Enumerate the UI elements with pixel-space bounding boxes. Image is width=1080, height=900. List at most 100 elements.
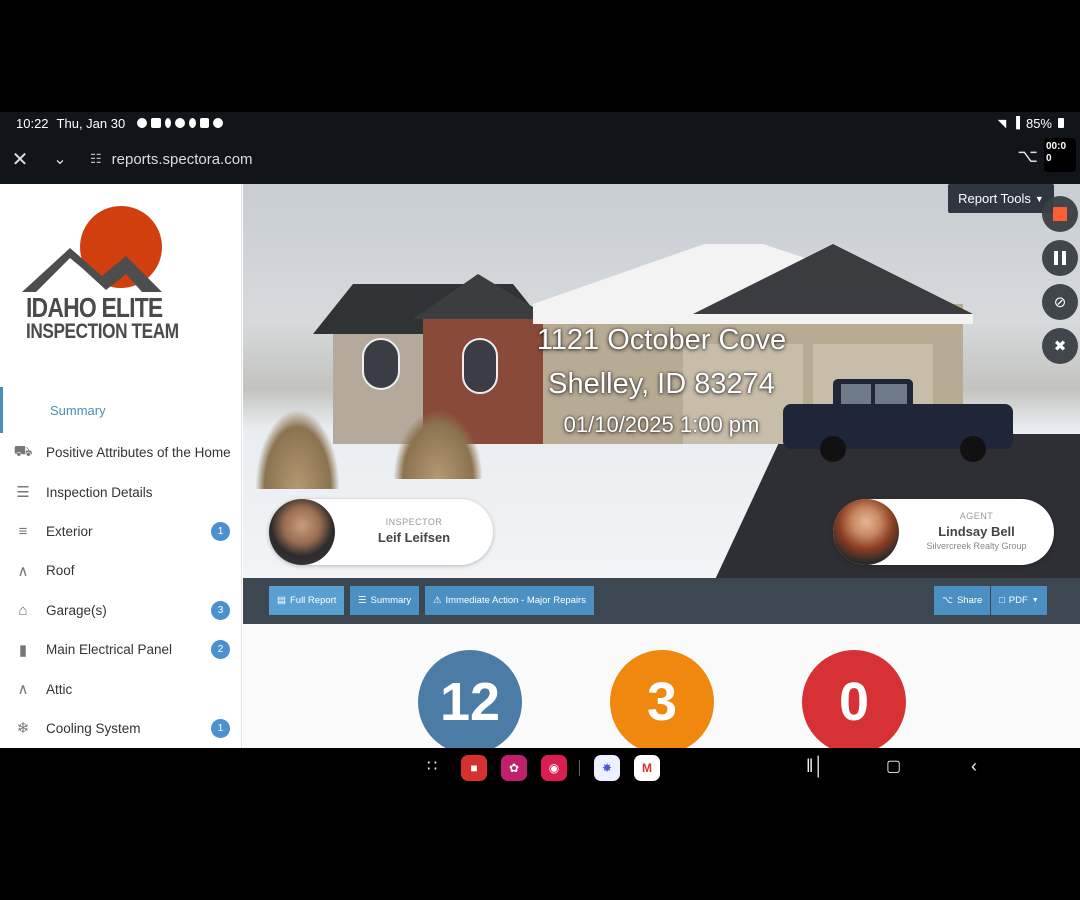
issue-count-badge: 3 — [211, 600, 230, 620]
share-label: Share — [956, 595, 983, 606]
caret-down-icon: ▼ — [1034, 193, 1044, 204]
sidebar-item-label: Positive Attributes of the Home — [46, 445, 231, 461]
battery-level: 85% — [1025, 115, 1052, 131]
figure-icon — [189, 118, 197, 128]
cloud-icon — [175, 118, 186, 128]
electrical-panel-icon: ▮ — [18, 641, 28, 659]
camera-off-icon: ⊘ — [1053, 294, 1067, 311]
caret-down-icon: ▼ — [1031, 597, 1039, 604]
delete-recording-button[interactable]: ✖ — [1042, 328, 1078, 364]
inspector-card[interactable]: INSPECTOR Leif Leifsen — [269, 499, 493, 565]
issue-count-badge: 2 — [211, 640, 230, 660]
sidebar-item-positive-attributes[interactable]: ⛟ Positive Attributes of the Home — [0, 433, 241, 472]
pdf-label: PDF — [1008, 595, 1028, 606]
back-icon[interactable]: ‹ — [971, 756, 977, 777]
sidebar-item-label: Roof — [46, 563, 75, 579]
immediate-action-button[interactable]: ⚠ Immediate Action - Major Repairs — [425, 586, 594, 615]
company-logo: IDAHO ELITE INSPECTION TEAM — [22, 206, 179, 346]
sidebar-item-label: Garage(s) — [46, 602, 107, 618]
site-settings-icon[interactable]: ☷ — [90, 151, 102, 167]
inspector-avatar — [269, 499, 335, 565]
summary-button[interactable]: ☰ Summary — [350, 586, 420, 615]
camera-off-button[interactable]: ⊘ — [1042, 284, 1078, 320]
sidebar-item-label: Cooling System — [46, 720, 141, 736]
total-items-count[interactable]: 12 — [418, 650, 522, 748]
sidebar-item-label: Exterior — [46, 523, 93, 539]
address-bar[interactable]: ☷ reports.spectora.com — [90, 151, 253, 168]
agent-company: Silvercreek Realty Group — [926, 541, 1027, 551]
fence-icon: ≡ — [18, 522, 28, 540]
summary-label: Summary — [370, 595, 412, 606]
wifi-icon: ◥ — [997, 117, 1007, 130]
app-drawer-icon[interactable]: ∷ — [427, 756, 437, 776]
agent-role: AGENT — [959, 511, 994, 521]
property-address-line-1: 1121 October Cove — [536, 324, 787, 356]
sidebar: IDAHO ELITE INSPECTION TEAM Summary ⛟ Po… — [0, 184, 242, 748]
garage-icon: ⌂ — [18, 601, 28, 619]
screen-recorder-app-icon[interactable]: ◉ — [541, 755, 567, 781]
share-icon[interactable]: ⌥ — [1017, 146, 1038, 167]
gmail-app-icon[interactable]: M — [634, 755, 660, 781]
dock-divider — [579, 760, 580, 776]
sidebar-item-exterior[interactable]: ≡ Exterior 1 — [0, 512, 241, 551]
trash-icon: ✖ — [1053, 338, 1067, 355]
sidebar-item-main-electrical-panel[interactable]: ▮ Main Electrical Panel 2 — [0, 630, 241, 669]
pdf-icon: □ — [999, 595, 1005, 606]
logo-mountains — [22, 248, 162, 292]
immediate-action-label: Immediate Action - Major Repairs — [445, 595, 586, 606]
google-icon — [213, 118, 224, 128]
chevron-down-icon[interactable]: ⌄ — [40, 134, 80, 184]
report-tools-dropdown[interactable]: Report Tools ▼ — [948, 184, 1054, 213]
share-button[interactable]: ⌥ Share — [934, 586, 991, 615]
hero-image: 1121 October Cove Shelley, ID 83274 01/1… — [243, 184, 1080, 578]
list-icon: ☰ — [358, 595, 367, 606]
agent-name: Lindsay Bell — [938, 524, 1015, 539]
issue-count-badge: 1 — [211, 718, 230, 738]
inspector-role: INSPECTOR — [385, 517, 443, 527]
sidebar-item-roof[interactable]: ∧ Roof — [0, 551, 241, 590]
home-icon[interactable]: ▢ — [886, 756, 901, 776]
inspection-datetime: 01/10/2025 1:00 pm — [563, 412, 760, 437]
major-repairs-count[interactable]: 0 — [802, 650, 906, 748]
inspector-name: Leif Leifsen — [377, 530, 451, 545]
sidebar-item-attic[interactable]: ∧ Attic — [0, 669, 241, 708]
status-date: Thu, Jan 30 — [56, 115, 126, 131]
recording-timer: 00:0 0 — [1044, 138, 1076, 172]
sidebar-item-garage[interactable]: ⌂ Garage(s) 3 — [0, 591, 241, 630]
attic-icon: ∧ — [17, 681, 29, 699]
settings-app-icon[interactable]: ✸ — [594, 755, 620, 781]
notification-icons — [137, 118, 224, 128]
android-navigation-bar: ∷ ■ ✿ ◉ ✸ M ‖│ ▢ ‹ — [0, 748, 1080, 788]
agent-card[interactable]: AGENT Lindsay Bell Silvercreek Realty Gr… — [833, 499, 1054, 565]
thermometer-icon — [165, 118, 172, 128]
agent-avatar — [833, 499, 899, 565]
section-nav: Summary ⛟ Positive Attributes of the Hom… — [0, 387, 241, 748]
sidebar-item-label: Summary — [50, 402, 106, 418]
issue-count-badge: 1 — [211, 521, 230, 541]
share-icon: ⌥ — [942, 595, 953, 606]
recent-apps-icon[interactable]: ‖│ — [806, 756, 825, 777]
status-time: 10:22 — [16, 115, 49, 131]
pause-recording-button[interactable] — [1042, 240, 1078, 276]
flipboard-app-icon[interactable]: ■ — [461, 755, 487, 781]
sidebar-item-label: Main Electrical Panel — [46, 642, 173, 658]
browser-bar: ✕ ⌄ ☷ reports.spectora.com ⌥ 00:0 0 — [0, 134, 1080, 184]
sidebar-item-inspection-details[interactable]: ☰ Inspection Details — [0, 472, 241, 511]
roof-icon: ∧ — [17, 562, 29, 580]
sidebar-item-label: Inspection Details — [46, 484, 153, 500]
pdf-dropdown[interactable]: □ PDF ▼ — [991, 586, 1047, 615]
full-report-label: Full Report — [289, 595, 337, 606]
maintenance-count[interactable]: 3 — [610, 650, 714, 748]
sidebar-item-summary[interactable]: Summary — [0, 387, 241, 433]
url-text: reports.spectora.com — [111, 150, 253, 168]
stop-recording-button[interactable] — [1042, 196, 1078, 232]
close-icon[interactable]: ✕ — [0, 134, 40, 184]
full-report-button[interactable]: ▤ Full Report — [269, 586, 345, 615]
stop-icon — [1053, 207, 1067, 221]
document-icon: ☰ — [16, 484, 30, 502]
flower-app-icon[interactable]: ✿ — [501, 755, 527, 781]
signal-icon: ▐ — [1012, 117, 1020, 129]
logo-line-2: INSPECTION TEAM — [26, 320, 179, 343]
sidebar-item-cooling-system[interactable]: ❄ Cooling System 1 — [0, 709, 241, 748]
defect-counters: 12 3 0 — [243, 624, 1080, 748]
